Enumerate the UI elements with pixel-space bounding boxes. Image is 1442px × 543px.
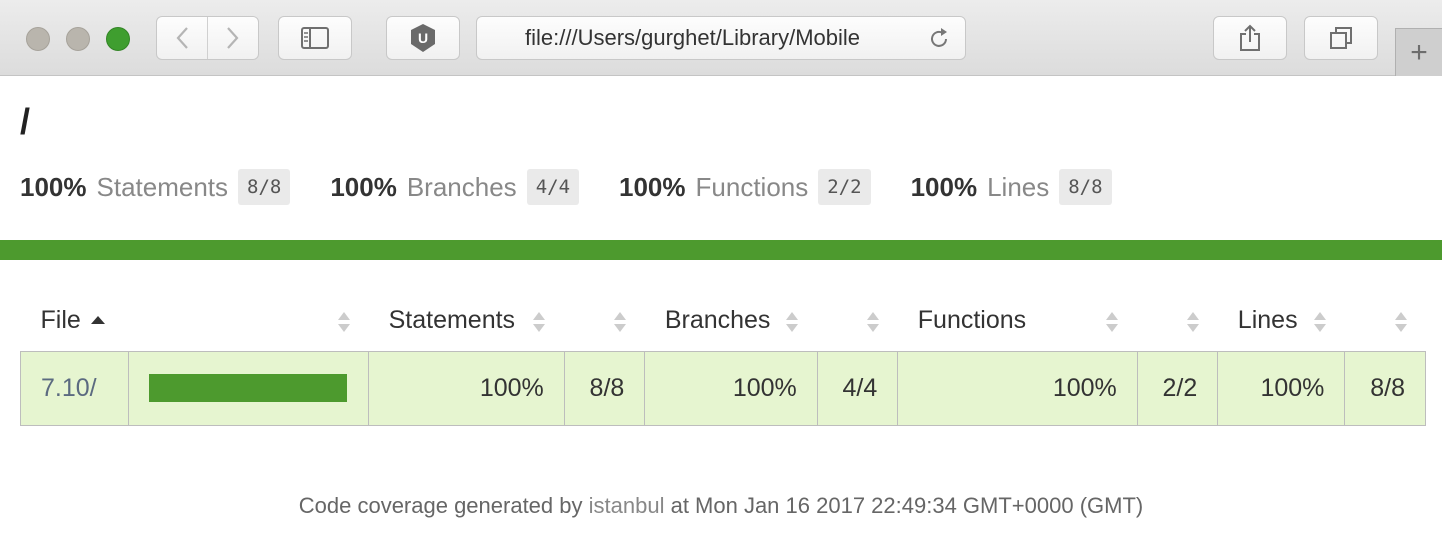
sort-arrows-icon bbox=[533, 312, 546, 332]
summary-fraction-badge: 8/8 bbox=[238, 169, 291, 205]
column-header-label: Statements bbox=[388, 306, 516, 335]
lines-pct-cell: 100% bbox=[1217, 350, 1346, 426]
column-header-functions[interactable]: Functions bbox=[898, 291, 1138, 351]
extension-letter: U bbox=[418, 30, 428, 46]
column-header-functions-raw[interactable] bbox=[1137, 291, 1218, 351]
zoom-window-button[interactable] bbox=[106, 27, 130, 51]
chevron-left-icon bbox=[176, 27, 188, 49]
address-bar[interactable]: file:///Users/gurghet/Library/Mobile bbox=[476, 16, 966, 60]
functions-pct-cell: 100% bbox=[897, 350, 1138, 426]
table-header-row: File Statements Branches Functions Lines bbox=[21, 291, 1426, 351]
page-title: / bbox=[20, 101, 31, 142]
lines-fraction-cell: 8/8 bbox=[1344, 350, 1426, 426]
extension-shield-icon: U bbox=[411, 24, 435, 52]
sidebar-icon bbox=[301, 27, 329, 49]
column-header-label: Branches bbox=[664, 306, 771, 335]
statements-fraction-cell: 8/8 bbox=[563, 350, 646, 426]
column-header-label: File bbox=[40, 306, 81, 335]
coverage-summary: 100% Statements 8/8 100% Branches 4/4 10… bbox=[20, 169, 1152, 205]
table-row: 7.10/ 100% 8/8 100% 4/4 100% 2/2 100% 8/… bbox=[19, 350, 1426, 426]
navigation-buttons bbox=[156, 16, 259, 60]
sort-arrows-icon bbox=[786, 312, 799, 332]
summary-fraction-badge: 2/2 bbox=[818, 169, 871, 205]
column-header-lines[interactable]: Lines bbox=[1218, 291, 1345, 351]
summary-fraction-badge: 4/4 bbox=[526, 169, 580, 205]
summary-label: Functions bbox=[695, 171, 809, 202]
footer-prefix: Code coverage generated by bbox=[298, 493, 589, 518]
footer-timestamp: at Mon Jan 16 2017 22:49:34 GMT+0000 (GM… bbox=[664, 493, 1144, 518]
sidebar-toggle-button[interactable] bbox=[278, 16, 352, 60]
summary-branches: 100% Branches 4/4 bbox=[330, 169, 580, 205]
summary-lines: 100% Lines 8/8 bbox=[911, 169, 1112, 205]
chevron-right-icon bbox=[227, 27, 239, 49]
coverage-status-bar bbox=[0, 240, 1442, 260]
summary-pct: 100% bbox=[619, 171, 686, 202]
column-header-branches-raw[interactable] bbox=[817, 291, 898, 351]
functions-fraction-cell: 2/2 bbox=[1136, 350, 1219, 426]
column-header-label: Functions bbox=[917, 306, 1027, 335]
summary-label: Lines bbox=[987, 171, 1050, 202]
reload-icon[interactable] bbox=[927, 27, 951, 51]
browser-toolbar: U file:///Users/gurghet/Library/Mobile + bbox=[0, 0, 1442, 76]
sort-arrows-icon bbox=[866, 312, 879, 332]
column-header-file[interactable]: File bbox=[21, 291, 129, 351]
sort-arrows-icon bbox=[1106, 312, 1119, 332]
column-header-label: Lines bbox=[1237, 306, 1298, 335]
summary-statements: 100% Statements 8/8 bbox=[20, 169, 291, 205]
extension-button[interactable]: U bbox=[386, 16, 460, 60]
summary-label: Statements bbox=[96, 171, 229, 202]
show-tabs-button[interactable] bbox=[1304, 16, 1378, 60]
sort-ascending-icon bbox=[90, 315, 105, 324]
summary-pct: 100% bbox=[20, 171, 87, 202]
sort-arrows-icon bbox=[1394, 312, 1407, 332]
summary-pct: 100% bbox=[910, 171, 978, 202]
file-link[interactable]: 7.10/ bbox=[41, 374, 97, 402]
new-tab-button[interactable]: + bbox=[1395, 28, 1442, 76]
share-icon bbox=[1240, 24, 1260, 51]
coverage-bar-cell bbox=[128, 350, 370, 426]
column-header-lines-raw[interactable] bbox=[1345, 291, 1426, 351]
column-header-statements[interactable]: Statements bbox=[369, 291, 565, 351]
column-header-statements-raw[interactable] bbox=[564, 291, 645, 351]
close-window-button[interactable] bbox=[26, 27, 50, 51]
minimize-window-button[interactable] bbox=[66, 27, 90, 51]
sort-arrows-icon bbox=[1313, 312, 1326, 332]
statements-pct-cell: 100% bbox=[368, 350, 565, 426]
sort-arrows-icon bbox=[1186, 312, 1199, 332]
summary-pct: 100% bbox=[330, 171, 397, 202]
coverage-report-page: / 100% Statements 8/8 100% Branches 4/4 … bbox=[0, 77, 1442, 543]
tabs-overview-icon bbox=[1330, 27, 1352, 49]
summary-functions: 100% Functions 2/2 bbox=[619, 169, 871, 205]
sort-arrows-icon bbox=[337, 312, 350, 332]
column-header-branches[interactable]: Branches bbox=[645, 291, 817, 351]
back-button[interactable] bbox=[157, 17, 207, 59]
coverage-table: File Statements Branches Functions Lines… bbox=[19, 291, 1426, 426]
summary-fraction-badge: 8/8 bbox=[1059, 169, 1112, 205]
file-cell: 7.10/ bbox=[19, 350, 130, 426]
branches-fraction-cell: 4/4 bbox=[816, 350, 899, 426]
forward-button[interactable] bbox=[208, 17, 258, 59]
branches-pct-cell: 100% bbox=[644, 350, 818, 426]
sort-arrows-icon bbox=[613, 312, 626, 332]
istanbul-link[interactable]: istanbul bbox=[589, 493, 665, 518]
plus-icon: + bbox=[1410, 35, 1428, 69]
share-button[interactable] bbox=[1213, 16, 1287, 60]
coverage-bar bbox=[149, 374, 348, 402]
address-url[interactable]: file:///Users/gurghet/Library/Mobile bbox=[525, 25, 917, 51]
column-header-file-bar[interactable] bbox=[129, 291, 369, 351]
page-footer: Code coverage generated by istanbul at M… bbox=[0, 493, 1442, 519]
summary-label: Branches bbox=[406, 171, 517, 202]
